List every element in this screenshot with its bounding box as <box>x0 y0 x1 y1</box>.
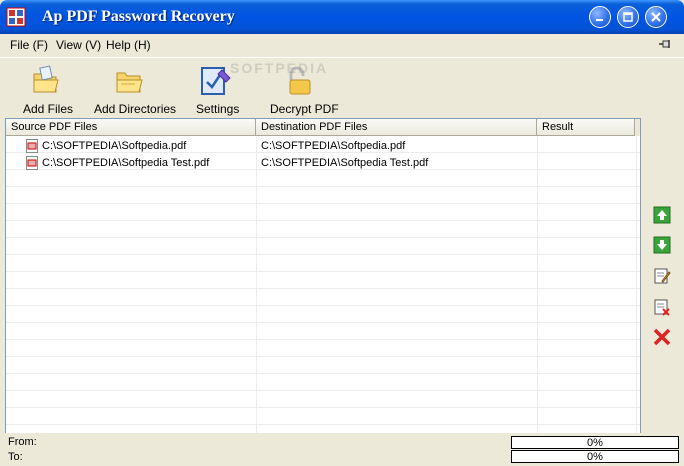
add-directories-icon <box>116 72 143 93</box>
edit-icon[interactable] <box>653 267 671 285</box>
source-path: C:\SOFTPEDIA\Softpedia Test.pdf <box>42 157 210 169</box>
minimize-button[interactable] <box>589 6 611 28</box>
column-divider <box>256 136 257 433</box>
add-directories-button[interactable]: Add Directories <box>92 62 176 116</box>
maximize-button[interactable] <box>617 6 639 28</box>
table-row[interactable]: C:\SOFTPEDIA\Softpedia Test.pdf C:\SOFTP… <box>6 155 640 172</box>
menu-file[interactable]: File (F) <box>10 38 48 52</box>
move-down-icon[interactable] <box>653 236 671 254</box>
column-divider <box>537 136 538 433</box>
destination-path: C:\SOFTPEDIA\Softpedia.pdf <box>261 140 406 152</box>
close-icon <box>651 12 661 22</box>
add-files-icon <box>33 65 59 93</box>
pdf-file-icon <box>26 156 38 170</box>
column-header-destination[interactable]: Destination PDF Files <box>256 119 537 136</box>
column-header-result[interactable]: Result <box>537 119 635 136</box>
to-progress-bar: 0% <box>511 450 679 463</box>
move-up-icon[interactable] <box>653 206 671 224</box>
column-divider <box>636 136 637 433</box>
clear-icon[interactable] <box>653 328 671 346</box>
remove-icon[interactable] <box>653 298 671 316</box>
settings-icon <box>201 67 231 95</box>
window-title: Ap PDF Password Recovery <box>42 8 235 25</box>
pdf-file-icon <box>26 139 38 153</box>
title-bar: Ap PDF Password Recovery <box>0 0 684 34</box>
app-icon <box>6 7 26 27</box>
source-path: C:\SOFTPEDIA\Softpedia.pdf <box>42 140 187 152</box>
minimize-icon <box>596 19 603 21</box>
watermark: SOFTPEDIA <box>230 60 329 76</box>
from-label: From: <box>8 436 37 448</box>
list-body <box>6 136 640 433</box>
from-progress-bar: 0% <box>511 436 679 449</box>
table-row[interactable]: C:\SOFTPEDIA\Softpedia.pdf C:\SOFTPEDIA\… <box>6 138 640 155</box>
status-bar: From: To: 0% 0% <box>0 433 684 466</box>
file-list[interactable]: Source PDF Files Destination PDF Files R… <box>5 118 641 434</box>
toolbar: Add Files Add Directories Settings Decry… <box>0 57 684 117</box>
add-directories-label: Add Directories <box>94 102 177 116</box>
close-button[interactable] <box>645 6 667 28</box>
column-header-source[interactable]: Source PDF Files <box>6 119 256 136</box>
add-files-button[interactable]: Add Files <box>18 62 74 116</box>
add-files-label: Add Files <box>23 102 74 116</box>
from-progress-text: 0% <box>587 437 603 449</box>
pin-icon[interactable] <box>657 37 673 53</box>
settings-label: Settings <box>196 102 240 116</box>
menu-view[interactable]: View (V) <box>56 38 101 52</box>
side-toolbar <box>645 200 677 360</box>
to-progress-text: 0% <box>587 451 603 463</box>
menu-help[interactable]: Help (H) <box>106 38 151 52</box>
to-label: To: <box>8 451 23 463</box>
decrypt-pdf-label: Decrypt PDF <box>270 102 339 116</box>
menu-bar: File (F) View (V) Help (H) <box>0 34 684 56</box>
destination-path: C:\SOFTPEDIA\Softpedia Test.pdf <box>261 157 429 169</box>
maximize-icon <box>623 12 633 22</box>
list-header: Source PDF Files Destination PDF Files R… <box>6 119 640 136</box>
